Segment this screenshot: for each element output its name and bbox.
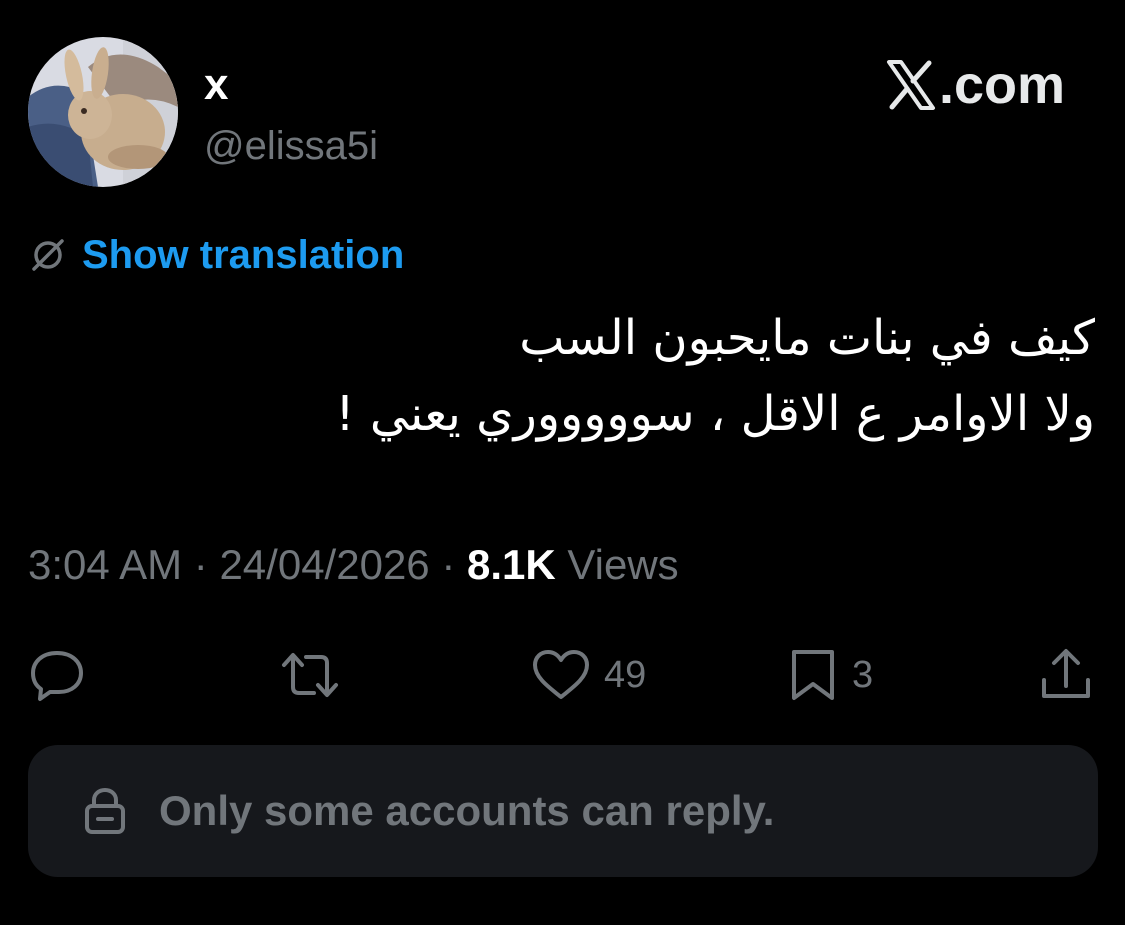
heart-icon bbox=[533, 650, 589, 699]
share-button[interactable] bbox=[1038, 645, 1094, 705]
author-display-name[interactable]: x bbox=[204, 60, 228, 110]
show-translation-label[interactable]: Show translation bbox=[82, 230, 404, 280]
tweet-time[interactable]: 3:04 AM bbox=[28, 541, 182, 588]
tweet-meta: 3:04 AM · 24/04/2026 · 8.1K Views bbox=[28, 538, 679, 592]
show-translation-button[interactable]: Show translation bbox=[28, 230, 404, 280]
brand-watermark: .com bbox=[885, 56, 1065, 114]
bookmark-button[interactable]: 3 bbox=[786, 645, 873, 705]
reply-button[interactable] bbox=[28, 645, 86, 705]
tweet-line-1: كيف في بنات مايحبون السب bbox=[519, 310, 1095, 366]
profile-photo-rabbit bbox=[28, 37, 178, 187]
meta-separator: · bbox=[441, 541, 456, 588]
meta-separator: · bbox=[193, 541, 208, 588]
avatar[interactable] bbox=[28, 37, 178, 187]
tweet-text: كيف في بنات مايحبون السب ولا الاوامر ع ا… bbox=[195, 300, 1095, 452]
reply-icon bbox=[31, 651, 83, 701]
x-logo-icon bbox=[886, 60, 935, 110]
brand-suffix: .com bbox=[938, 55, 1065, 115]
like-count: 49 bbox=[604, 654, 647, 696]
author-handle[interactable]: @elissa5i bbox=[204, 120, 378, 172]
reply-restriction-text: Only some accounts can reply. bbox=[159, 787, 775, 834]
reply-restriction-banner: Only some accounts can reply. bbox=[28, 745, 1098, 877]
views-label: Views bbox=[567, 541, 679, 588]
globe-slash-icon bbox=[32, 239, 64, 271]
retweet-icon bbox=[282, 653, 338, 697]
like-button[interactable]: 49 bbox=[530, 645, 646, 705]
share-icon bbox=[1042, 649, 1090, 698]
bookmark-icon bbox=[792, 650, 834, 700]
views-count: 8.1K bbox=[467, 541, 556, 588]
retweet-button[interactable] bbox=[278, 645, 342, 705]
lock-icon bbox=[85, 787, 125, 834]
tweet-line-2: ولا الاوامر ع الاقل ، سوووووري يعني ! bbox=[335, 386, 1095, 442]
bookmark-count: 3 bbox=[852, 654, 874, 696]
tweet-action-bar: 49 3 bbox=[0, 645, 1125, 705]
tweet-date[interactable]: 24/04/2026 bbox=[219, 541, 429, 588]
